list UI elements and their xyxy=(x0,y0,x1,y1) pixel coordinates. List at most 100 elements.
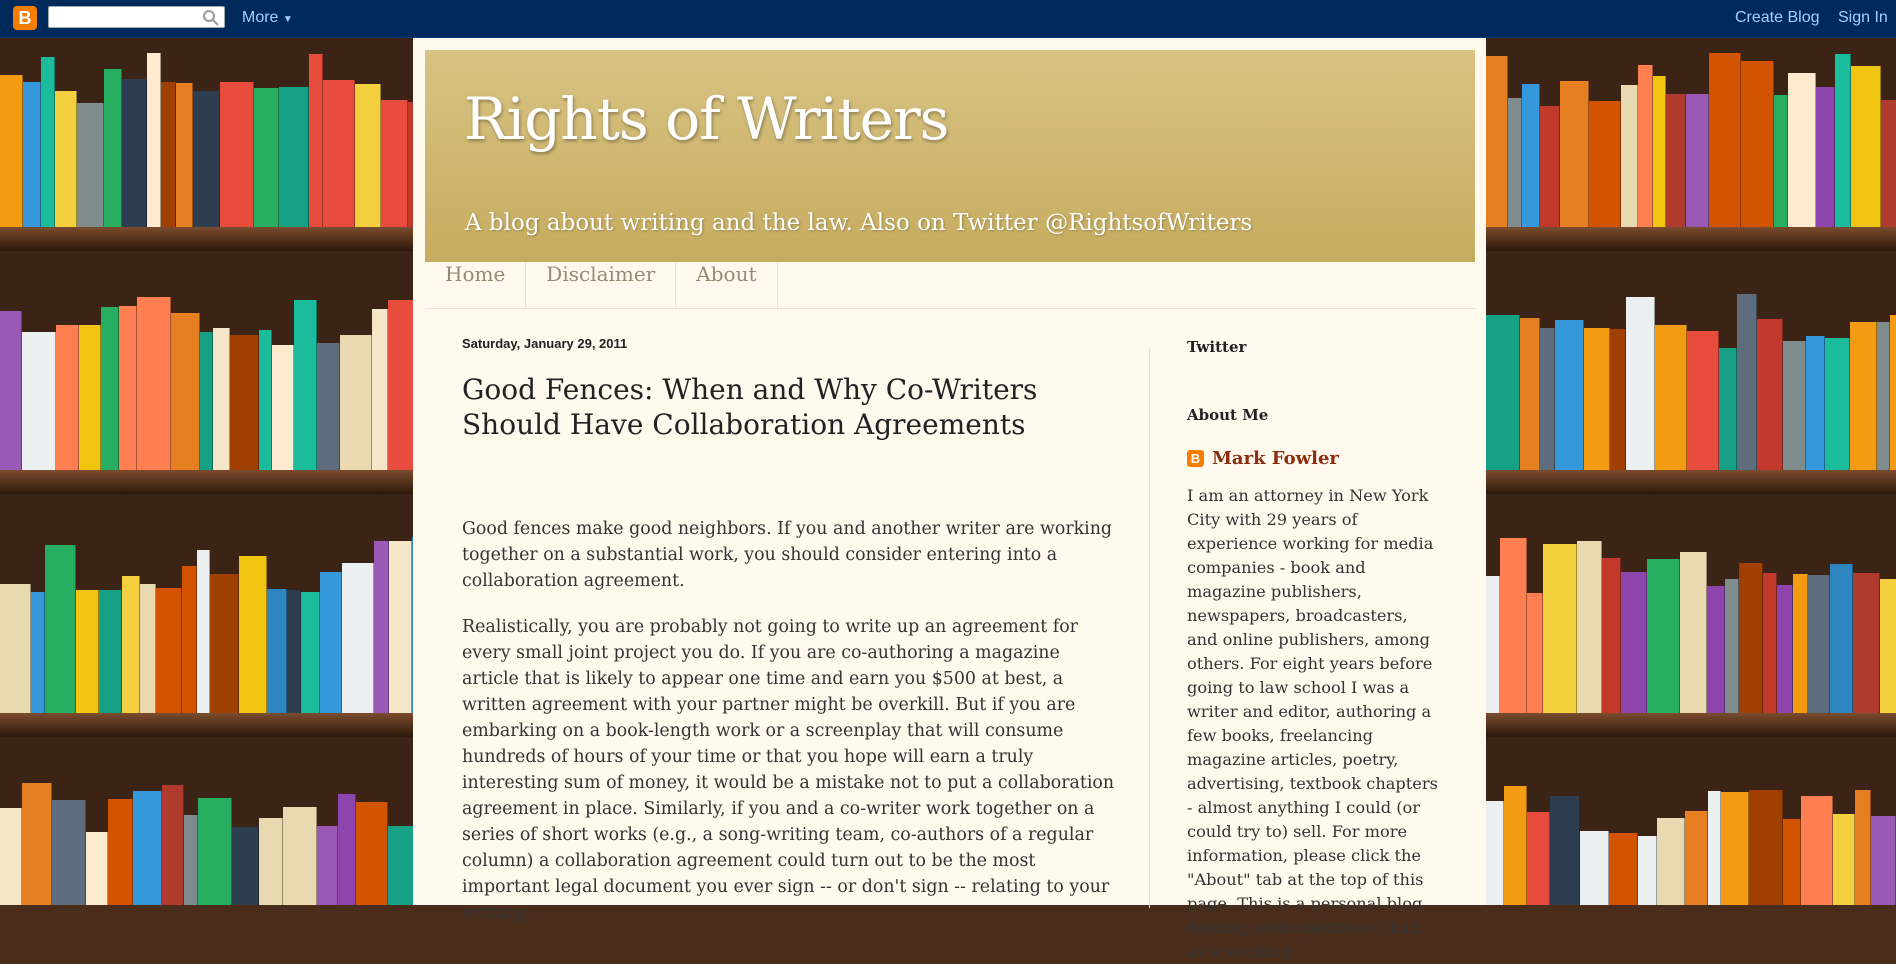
search-input[interactable] xyxy=(48,6,225,28)
book-spine xyxy=(1647,559,1680,713)
book-spine xyxy=(45,545,76,713)
sign-in-link[interactable]: Sign In xyxy=(1838,9,1888,27)
post-title[interactable]: Good Fences: When and Why Co-Writers Sho… xyxy=(462,372,1132,442)
book-spine xyxy=(388,300,413,470)
book-spine xyxy=(1508,98,1522,227)
blog-title[interactable]: Rights of Writers xyxy=(464,85,949,153)
book-spine xyxy=(1853,573,1880,713)
post-paragraph: Good fences make good neighbors. If you … xyxy=(462,519,1113,591)
book-spine xyxy=(356,802,388,905)
more-label: More xyxy=(242,9,279,26)
book-spine xyxy=(254,88,279,227)
book-spine xyxy=(55,91,77,227)
shelf-row xyxy=(1486,737,1896,905)
bookshelf-left xyxy=(0,38,413,905)
blogger-logo-icon[interactable]: B xyxy=(13,6,37,30)
shelf-board xyxy=(0,713,413,737)
book-spine xyxy=(1890,315,1896,470)
book-spine xyxy=(184,815,198,905)
book-spine xyxy=(1486,576,1500,713)
shelf-row xyxy=(0,737,413,905)
book-spine xyxy=(197,550,210,713)
book-spine xyxy=(1835,54,1851,227)
book-spine xyxy=(1777,585,1793,713)
book-spine xyxy=(230,335,259,470)
chevron-down-icon: ▼ xyxy=(282,14,293,25)
book-spine xyxy=(1830,564,1853,713)
post-date: Saturday, January 29, 2011 xyxy=(462,336,628,351)
book-spine xyxy=(1657,818,1685,905)
book-spine xyxy=(0,75,23,227)
more-menu-button[interactable]: More ▼ xyxy=(242,9,293,27)
book-spine xyxy=(1621,85,1638,227)
tab-disclaimer[interactable]: Disclaimer xyxy=(526,262,677,308)
book-spine xyxy=(1653,76,1666,227)
book-spine xyxy=(1610,329,1626,470)
book-spine xyxy=(213,328,230,470)
book-spine xyxy=(1719,348,1737,470)
book-spine xyxy=(76,590,99,713)
about-me-title: About Me xyxy=(1187,406,1269,424)
book-spine xyxy=(1763,573,1777,713)
book-spine xyxy=(1685,811,1708,905)
book-spine xyxy=(79,325,101,470)
book-spine xyxy=(259,330,272,470)
book-spine xyxy=(0,584,31,713)
book-spine xyxy=(279,87,309,227)
book-spine xyxy=(210,574,239,713)
book-spine xyxy=(381,100,408,227)
book-spine xyxy=(267,589,287,713)
tab-home[interactable]: Home xyxy=(425,262,527,308)
book-spine xyxy=(1877,322,1890,470)
profile-link[interactable]: B Mark Fowler xyxy=(1187,448,1339,469)
book-spine xyxy=(1666,94,1686,227)
book-spine xyxy=(355,84,381,227)
book-spine xyxy=(1500,538,1527,713)
post-body: Good fences make good neighbors. If you … xyxy=(462,516,1122,946)
book-spine xyxy=(1638,65,1653,227)
book-spine xyxy=(22,783,52,905)
book-spine xyxy=(1855,790,1871,905)
page-tabs: Home Disclaimer About xyxy=(425,262,1475,309)
book-spine xyxy=(1707,586,1725,713)
create-blog-link[interactable]: Create Blog xyxy=(1735,9,1820,27)
book-spine xyxy=(272,345,294,470)
book-spine xyxy=(99,590,122,713)
book-spine xyxy=(1850,322,1877,470)
book-spine xyxy=(1520,318,1540,470)
book-spine xyxy=(1816,87,1835,227)
book-spine xyxy=(1708,791,1721,905)
book-spine xyxy=(22,332,56,470)
book-spine xyxy=(1880,579,1896,713)
book-spine xyxy=(1741,61,1774,227)
book-spine xyxy=(56,325,79,470)
shelf-row xyxy=(1486,494,1896,737)
book-spine xyxy=(1638,836,1657,905)
book-spine xyxy=(200,332,213,470)
book-spine xyxy=(176,83,193,227)
book-spine xyxy=(1783,819,1801,905)
book-spine xyxy=(342,563,374,713)
profile-name[interactable]: Mark Fowler xyxy=(1212,448,1339,469)
book-spine xyxy=(1543,544,1577,713)
shelf-board xyxy=(1486,713,1896,737)
book-spine xyxy=(1680,552,1707,713)
book-spine xyxy=(1783,341,1806,470)
book-spine xyxy=(86,832,108,905)
book-spine xyxy=(1527,812,1550,905)
blogger-navbar: B More ▼ Create Blog Sign In xyxy=(0,0,1896,38)
column-divider xyxy=(1149,348,1150,908)
book-spine xyxy=(1774,95,1788,227)
tab-about[interactable]: About xyxy=(676,262,778,308)
book-spine xyxy=(198,798,232,905)
shelf-row xyxy=(1486,38,1896,251)
book-spine xyxy=(1709,53,1741,227)
search-icon[interactable] xyxy=(202,9,220,27)
book-spine xyxy=(1806,336,1825,470)
book-spine xyxy=(193,91,220,227)
content-column: Rights of Writers A blog about writing a… xyxy=(413,38,1486,961)
book-spine xyxy=(108,799,133,905)
book-spine xyxy=(1825,338,1850,470)
book-spine xyxy=(140,584,156,713)
book-spine xyxy=(41,57,55,227)
